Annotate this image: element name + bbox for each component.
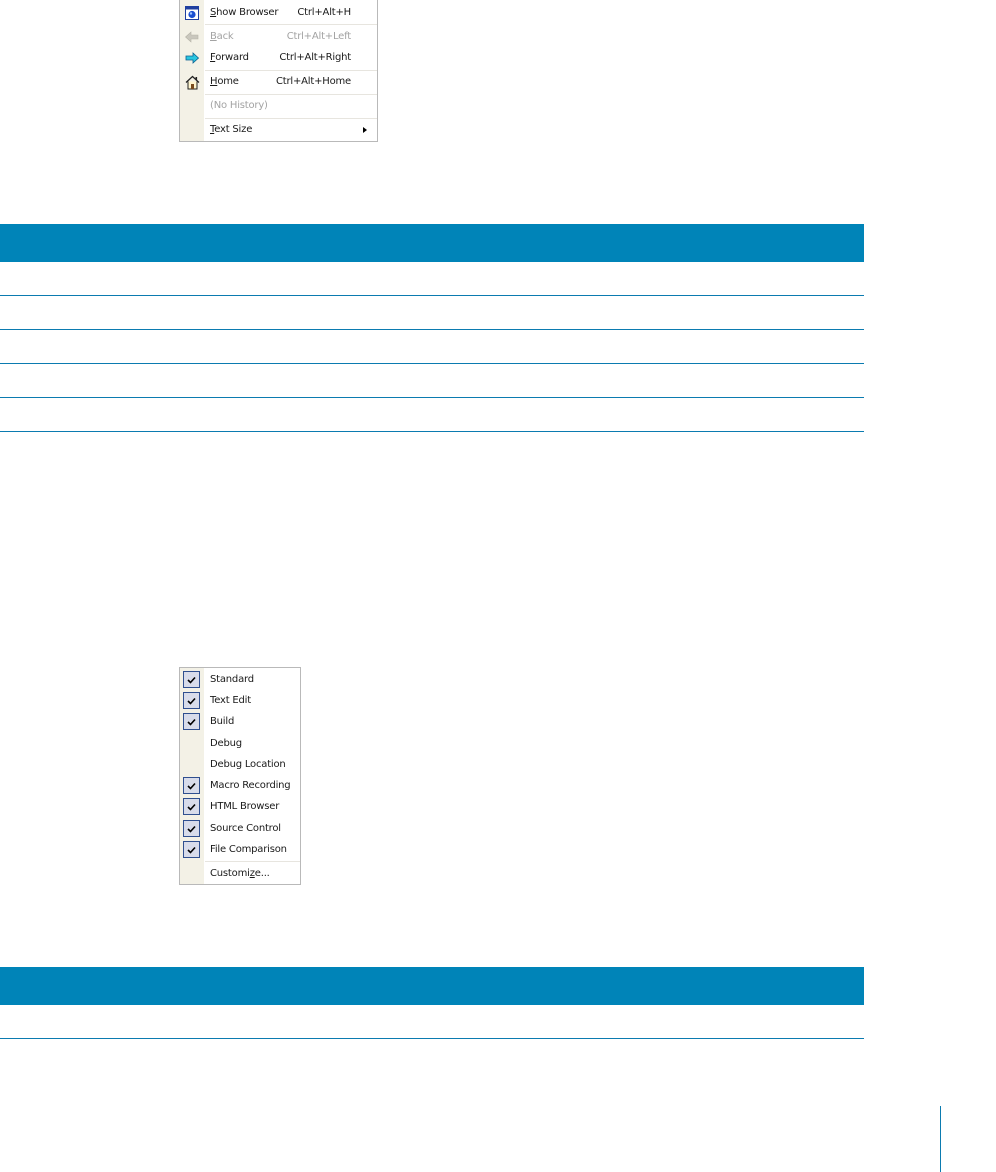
menu-item-home[interactable]: Home Ctrl+Alt+Home <box>180 71 377 93</box>
table-row <box>0 1005 864 1039</box>
menu-item-label: Back <box>210 31 234 42</box>
menu-item-no-history: (No History) <box>180 95 377 117</box>
forward-arrow-icon <box>184 50 200 66</box>
table-header <box>0 967 864 1005</box>
menu-item-label: Macro Recording <box>210 780 291 791</box>
menu-item-text-edit[interactable]: Text Edit <box>180 690 300 711</box>
menu-item-label: Text Size <box>210 124 253 135</box>
menu-separator <box>205 861 300 862</box>
table <box>0 224 864 432</box>
checkmark-icon <box>183 841 200 858</box>
submenu-arrow-icon <box>363 127 367 133</box>
menu-separator <box>205 24 377 25</box>
toolbars-menu: Standard Text Edit Build Debug Debug Loc… <box>179 667 301 885</box>
table-row <box>0 296 864 330</box>
table-row <box>0 364 864 398</box>
menu-item-standard[interactable]: Standard <box>180 669 300 690</box>
shortcut-text: Ctrl+Alt+Right <box>279 52 351 63</box>
menu-item-back[interactable]: Back Ctrl+Alt+Left <box>180 26 377 48</box>
menu-item-label: Source Control <box>210 823 281 834</box>
menu-item-customize[interactable]: Customize... <box>180 863 300 884</box>
menu-item-label: HTML Browser <box>210 801 280 812</box>
checkmark-icon <box>183 671 200 688</box>
checkmark-icon <box>183 777 200 794</box>
menu-item-label: Debug <box>210 738 242 749</box>
checkmark-icon <box>183 713 200 730</box>
table <box>0 967 864 1039</box>
menu-item-source-control[interactable]: Source Control <box>180 818 300 839</box>
checkmark-icon <box>183 820 200 837</box>
menu-item-html-browser[interactable]: HTML Browser <box>180 796 300 817</box>
checkmark-icon <box>183 798 200 815</box>
menu-item-label: Standard <box>210 674 254 685</box>
table-row <box>0 398 864 432</box>
menu-item-file-comparison[interactable]: File Comparison <box>180 839 300 860</box>
menu-item-label: Show Browser <box>210 7 279 18</box>
browser-globe-icon <box>184 5 200 21</box>
menu-item-forward[interactable]: Forward Ctrl+Alt+Right <box>180 47 377 69</box>
back-arrow-icon <box>184 29 200 45</box>
menu-item-label: File Comparison <box>210 844 287 855</box>
menu-item-macro-recording[interactable]: Macro Recording <box>180 775 300 796</box>
table-row <box>0 330 864 364</box>
shortcut-text: Ctrl+Alt+Left <box>286 31 352 42</box>
table-header <box>0 224 864 262</box>
menu-item-label: (No History) <box>210 100 268 111</box>
menu-item-debug-location[interactable]: Debug Location <box>180 754 300 775</box>
home-icon <box>184 74 200 90</box>
menu-item-build[interactable]: Build <box>180 711 300 732</box>
menu-item-label: Customize... <box>210 868 270 879</box>
shortcut-text: Ctrl+Alt+Home <box>275 76 351 87</box>
menu-item-text-size[interactable]: Text Size <box>180 119 377 141</box>
shortcut-text: Ctrl+Alt+H <box>297 7 351 18</box>
menu-item-show-browser[interactable]: Show Browser Ctrl+Alt+H <box>180 2 377 24</box>
page-margin-rule <box>940 1106 941 1172</box>
menu-item-label: Forward <box>210 52 249 63</box>
browser-menu: Show Browser Ctrl+Alt+H Back Ctrl+Alt+Le… <box>179 0 378 142</box>
menu-item-debug[interactable]: Debug <box>180 733 300 754</box>
table-row <box>0 262 864 296</box>
menu-item-label: Build <box>210 716 235 727</box>
menu-item-label: Text Edit <box>210 695 251 706</box>
menu-item-label: Home <box>210 76 239 87</box>
checkmark-icon <box>183 692 200 709</box>
menu-item-label: Debug Location <box>210 759 286 770</box>
